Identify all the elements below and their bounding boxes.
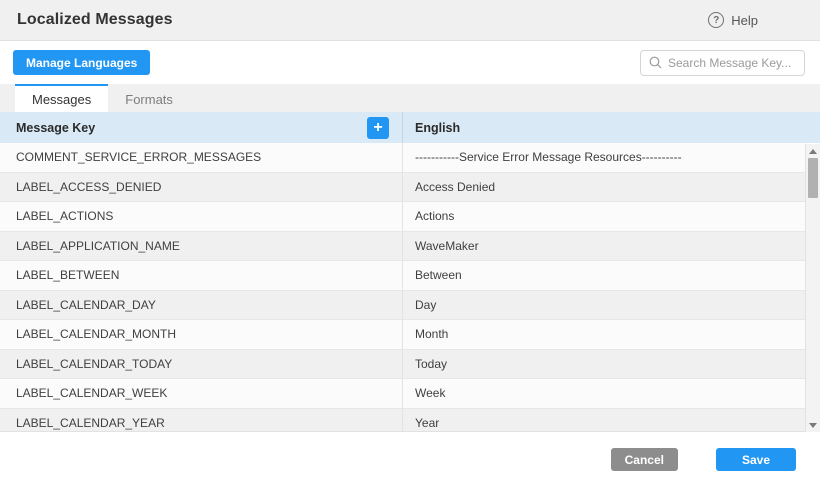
table-row[interactable]: LABEL_ACCESS_DENIED Access Denied	[0, 173, 805, 203]
table-row[interactable]: LABEL_CALENDAR_DAY Day	[0, 291, 805, 321]
tab-strip: Messages Formats	[0, 84, 820, 112]
table-row[interactable]: LABEL_CALENDAR_MONTH Month	[0, 320, 805, 350]
row-value[interactable]: Year	[403, 409, 805, 433]
search-box[interactable]	[640, 50, 805, 76]
help-label: Help	[731, 13, 758, 28]
search-input[interactable]	[668, 56, 796, 70]
row-value[interactable]: Week	[403, 379, 805, 408]
row-key[interactable]: LABEL_CALENDAR_TODAY	[0, 350, 403, 379]
help-icon: ?	[708, 12, 724, 28]
save-button[interactable]: Save	[716, 448, 796, 471]
row-value[interactable]: -----------Service Error Message Resourc…	[403, 143, 805, 172]
row-value[interactable]: Access Denied	[403, 173, 805, 202]
row-value[interactable]: Day	[403, 291, 805, 320]
row-key[interactable]: LABEL_APPLICATION_NAME	[0, 232, 403, 261]
table-row[interactable]: LABEL_APPLICATION_NAME WaveMaker	[0, 232, 805, 262]
table-row[interactable]: LABEL_ACTIONS Actions	[0, 202, 805, 232]
row-key[interactable]: LABEL_BETWEEN	[0, 261, 403, 290]
row-key[interactable]: LABEL_CALENDAR_WEEK	[0, 379, 403, 408]
row-key[interactable]: LABEL_ACTIONS	[0, 202, 403, 231]
table-row[interactable]: COMMENT_SERVICE_ERROR_MESSAGES ---------…	[0, 143, 805, 173]
column-label-english: English	[415, 121, 460, 135]
row-value[interactable]: WaveMaker	[403, 232, 805, 261]
row-value[interactable]: Today	[403, 350, 805, 379]
search-icon	[649, 56, 662, 69]
table-body: COMMENT_SERVICE_ERROR_MESSAGES ---------…	[0, 143, 805, 432]
page-title: Localized Messages	[17, 11, 173, 29]
title-bar: Localized Messages ? Help	[0, 0, 820, 41]
toolbar: Manage Languages	[0, 41, 820, 84]
table-scrollbar[interactable]	[805, 144, 820, 432]
table-row[interactable]: LABEL_CALENDAR_YEAR Year	[0, 409, 805, 433]
scrollbar-down-button[interactable]	[806, 418, 820, 432]
row-value[interactable]: Month	[403, 320, 805, 349]
table-row[interactable]: LABEL_CALENDAR_TODAY Today	[0, 350, 805, 380]
tab-messages[interactable]: Messages	[15, 84, 108, 112]
row-value[interactable]: Actions	[403, 202, 805, 231]
arrow-down-icon	[809, 423, 817, 428]
row-key[interactable]: LABEL_CALENDAR_YEAR	[0, 409, 403, 433]
table-row[interactable]: LABEL_CALENDAR_WEEK Week	[0, 379, 805, 409]
table-header: Message Key + English	[0, 112, 820, 143]
row-key[interactable]: LABEL_ACCESS_DENIED	[0, 173, 403, 202]
scrollbar-up-button[interactable]	[806, 144, 820, 158]
scrollbar-thumb[interactable]	[808, 158, 818, 198]
arrow-up-icon	[809, 149, 817, 154]
row-key[interactable]: COMMENT_SERVICE_ERROR_MESSAGES	[0, 143, 403, 172]
column-label-message-key: Message Key	[16, 121, 95, 135]
table-row[interactable]: LABEL_BETWEEN Between	[0, 261, 805, 291]
manage-languages-button[interactable]: Manage Languages	[13, 50, 150, 75]
row-value[interactable]: Between	[403, 261, 805, 290]
plus-icon: +	[373, 118, 382, 138]
footer: Cancel Save	[0, 432, 820, 489]
add-message-key-button[interactable]: +	[367, 117, 389, 139]
row-key[interactable]: LABEL_CALENDAR_MONTH	[0, 320, 403, 349]
tab-formats[interactable]: Formats	[108, 84, 190, 112]
help-button[interactable]: ? Help	[708, 12, 758, 28]
column-header-english: English	[403, 112, 820, 143]
column-header-message-key: Message Key +	[0, 112, 403, 143]
cancel-button[interactable]: Cancel	[611, 448, 678, 471]
row-key[interactable]: LABEL_CALENDAR_DAY	[0, 291, 403, 320]
